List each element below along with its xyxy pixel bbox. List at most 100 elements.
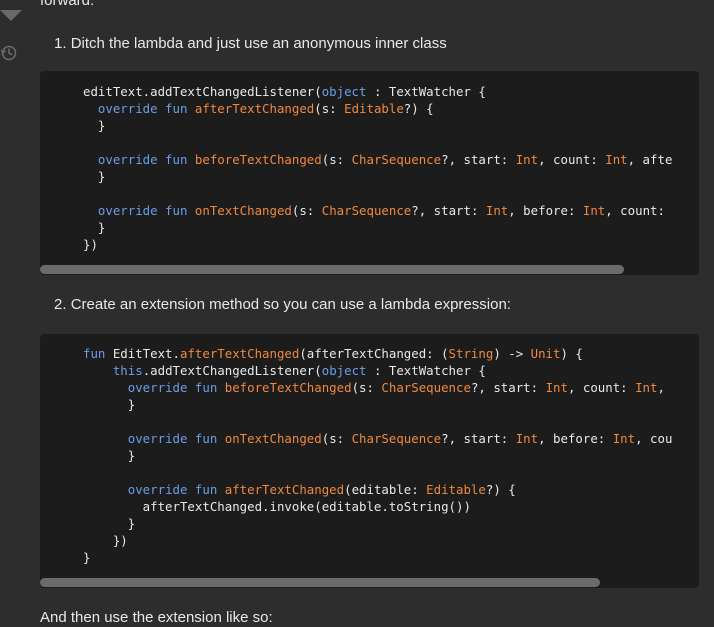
code-token: EditText. — [112, 346, 180, 361]
code-line: }) — [83, 237, 98, 252]
code-token: Unit — [530, 346, 561, 361]
code-token: ?) { — [485, 482, 516, 497]
code-token: , cou — [635, 431, 673, 446]
code-token: (afterTextChanged: ( — [299, 346, 449, 361]
code-token: } — [83, 169, 106, 184]
code-token: ?, start: — [411, 203, 486, 218]
code-token: override fun — [97, 152, 195, 167]
code-line: override fun afterTextChanged(s: Editabl… — [83, 101, 434, 116]
code-token: ) { — [560, 346, 583, 361]
step-text: Create an extension method so you can us… — [70, 296, 511, 313]
horizontal-scrollbar[interactable] — [40, 265, 624, 274]
code-token: beforeTextChanged — [224, 380, 352, 395]
code-token: override fun — [97, 101, 195, 116]
code-token: Int — [515, 152, 539, 167]
history-icon[interactable] — [0, 44, 18, 62]
code-token: , before: — [538, 431, 613, 446]
code-line: override fun beforeTextChanged(s: CharSe… — [83, 152, 672, 167]
code-content: editText.addTextChangedListener(object :… — [83, 83, 672, 253]
code-line: } — [83, 118, 105, 133]
step-text: Ditch the lambda and just use an anonymo… — [70, 35, 447, 52]
code-line: }) — [83, 533, 128, 548]
code-line: override fun onTextChanged(s: CharSequen… — [83, 203, 665, 218]
horizontal-scrollbar[interactable] — [40, 578, 600, 587]
code-token: ?, start: — [441, 431, 516, 446]
code-token: override fun — [127, 482, 225, 497]
code-line: override fun afterTextChanged(editable: … — [83, 482, 516, 497]
code-line: override fun onTextChanged(s: CharSequen… — [83, 431, 673, 446]
code-token: beforeTextChanged — [194, 152, 322, 167]
code-token: , — [657, 380, 665, 395]
code-line: } — [83, 397, 135, 412]
code-token: Int — [582, 203, 606, 218]
code-token: object — [321, 84, 367, 99]
code-token: afterTextChanged.invoke(editable.toStrin… — [83, 499, 471, 514]
code-block-anonymous-class: editText.addTextChangedListener(object :… — [40, 71, 699, 275]
code-token: } — [83, 220, 106, 235]
code-token: CharSequence — [321, 203, 412, 218]
code-token: ?) { — [403, 101, 434, 116]
code-token: afterTextChanged — [179, 346, 300, 361]
code-token: } — [83, 550, 91, 565]
intro-text: forward. — [40, 0, 95, 9]
code-token: Int — [635, 380, 658, 395]
code-token: : TextWatcher { — [366, 84, 486, 99]
code-content: fun EditText.afterTextChanged(afterTextC… — [83, 345, 672, 566]
code-token: CharSequence — [351, 152, 442, 167]
code-token: afterTextChanged — [224, 482, 345, 497]
code-token: override fun — [97, 203, 195, 218]
code-token: onTextChanged — [224, 431, 322, 446]
code-token: (s: — [321, 431, 352, 446]
code-line: this.addTextChangedListener(object : Tex… — [83, 363, 486, 378]
code-token: ?, start: — [441, 152, 516, 167]
code-line: editText.addTextChangedListener(object :… — [83, 84, 486, 99]
code-token: Int — [545, 380, 568, 395]
code-token: .addTextChangedListener( — [142, 363, 322, 378]
code-token: , before: — [508, 203, 583, 218]
code-token: (s: — [351, 380, 382, 395]
code-token: , count: — [605, 203, 665, 218]
code-token: } — [83, 516, 136, 531]
code-line: } — [83, 448, 135, 463]
code-token: (s: — [291, 203, 322, 218]
code-token: , afte — [627, 152, 673, 167]
code-line: } — [83, 550, 90, 565]
code-token: onTextChanged — [194, 203, 292, 218]
code-token: afterTextChanged — [194, 101, 315, 116]
step-1: 1. Ditch the lambda and just use an anon… — [54, 34, 447, 54]
code-line: } — [83, 516, 135, 531]
code-token: override fun — [127, 431, 225, 446]
code-token: Int — [605, 152, 628, 167]
downvote-arrow-icon[interactable] — [0, 10, 22, 21]
code-token: , count: — [538, 152, 606, 167]
code-token: editText.addTextChangedListener( — [83, 84, 322, 99]
code-token: } — [83, 397, 136, 412]
code-token: CharSequence — [351, 431, 442, 446]
code-token: object — [321, 363, 367, 378]
code-line: afterTextChanged.invoke(editable.toStrin… — [83, 499, 471, 514]
code-token: Int — [515, 431, 539, 446]
code-token: this — [112, 363, 143, 378]
code-token: ?, start: — [470, 380, 546, 395]
code-line: fun EditText.afterTextChanged(afterTextC… — [83, 346, 583, 361]
code-token: CharSequence — [381, 380, 471, 395]
code-token: }) — [83, 533, 128, 548]
code-token: Editable — [344, 101, 404, 116]
code-token: }) — [83, 237, 98, 252]
code-token: Int — [612, 431, 636, 446]
code-line: override fun beforeTextChanged(s: CharSe… — [83, 380, 665, 395]
code-token: (editable: — [344, 482, 427, 497]
code-token: } — [83, 118, 106, 133]
code-token: Int — [485, 203, 509, 218]
code-token: (s: — [314, 101, 345, 116]
code-token: : TextWatcher { — [366, 363, 486, 378]
code-line: } — [83, 220, 105, 235]
code-token: Editable — [426, 482, 486, 497]
